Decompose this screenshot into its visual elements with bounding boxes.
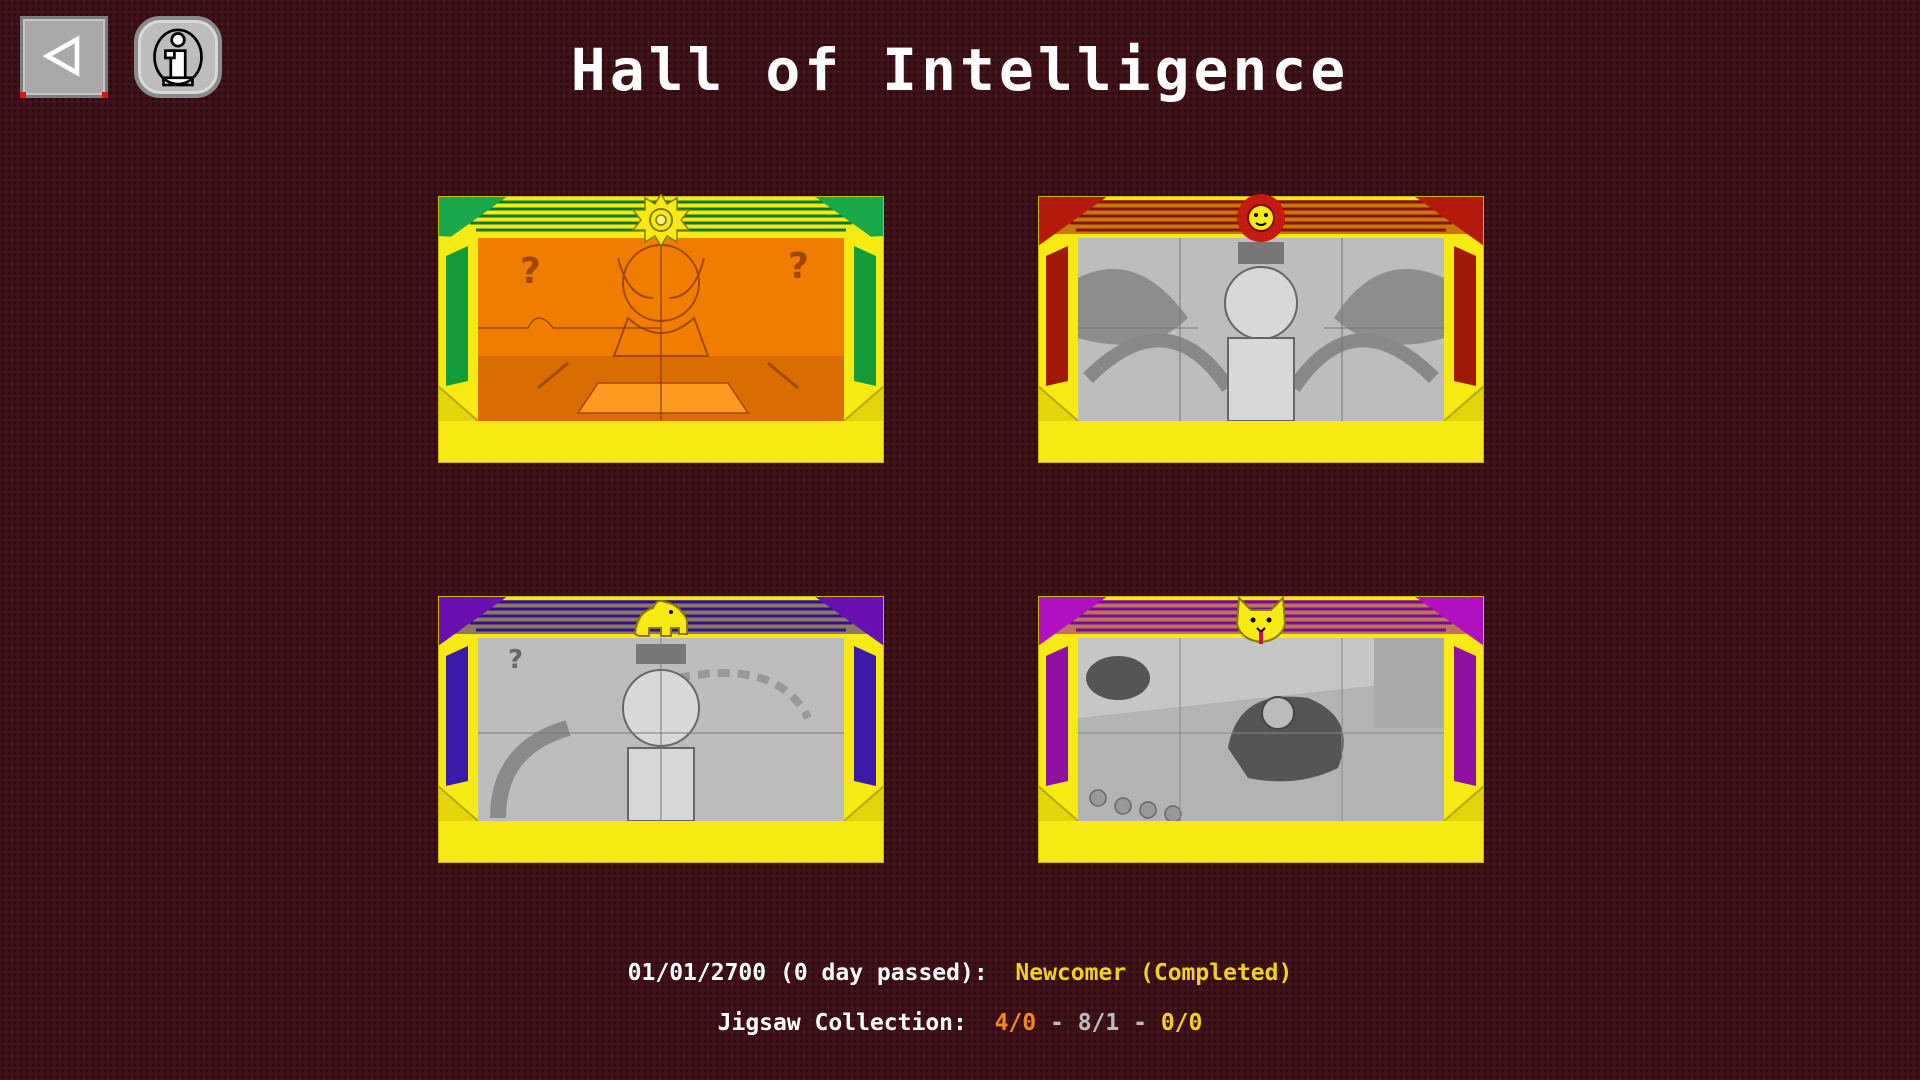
sun-icon xyxy=(631,194,691,246)
puzzle-frame-cat[interactable] xyxy=(1038,595,1484,863)
puzzle-image xyxy=(1078,638,1444,821)
separator: - xyxy=(1049,1010,1064,1036)
collection-label: Jigsaw Collection: xyxy=(717,1010,967,1036)
date-status-line: 01/01/2700 (0 day passed): Newcomer (Com… xyxy=(0,960,1920,986)
puzzle-image: ? xyxy=(478,638,844,821)
puzzle-frame-sun[interactable]: ? ? xyxy=(438,194,884,463)
cat-icon xyxy=(1235,595,1287,644)
separator: - xyxy=(1133,1010,1147,1036)
svg-text:?: ? xyxy=(788,246,809,287)
collection-count-1: 4/0 xyxy=(994,1010,1037,1036)
collection-count-2: 8/1 xyxy=(1077,1010,1120,1036)
bear-icon xyxy=(633,599,688,637)
puzzle-frame-bear[interactable]: ? xyxy=(438,596,884,863)
date-text: 01/01/2700 (0 day passed): xyxy=(627,960,988,986)
jigsaw-collection-line: Jigsaw Collection: 4/0 - 8/1 - 0/0 xyxy=(0,1010,1920,1036)
puzzle-frame-lion[interactable] xyxy=(1038,194,1484,463)
status-text: Newcomer (Completed) xyxy=(1015,960,1293,986)
lion-icon xyxy=(1237,194,1285,242)
svg-text:?: ? xyxy=(508,645,523,675)
svg-text:?: ? xyxy=(520,251,541,292)
page-title: Hall of Intelligence xyxy=(570,36,1350,104)
collection-count-3: 0/0 xyxy=(1160,1010,1203,1036)
puzzle-image xyxy=(1078,238,1444,421)
puzzle-image: ? ? xyxy=(478,238,844,421)
